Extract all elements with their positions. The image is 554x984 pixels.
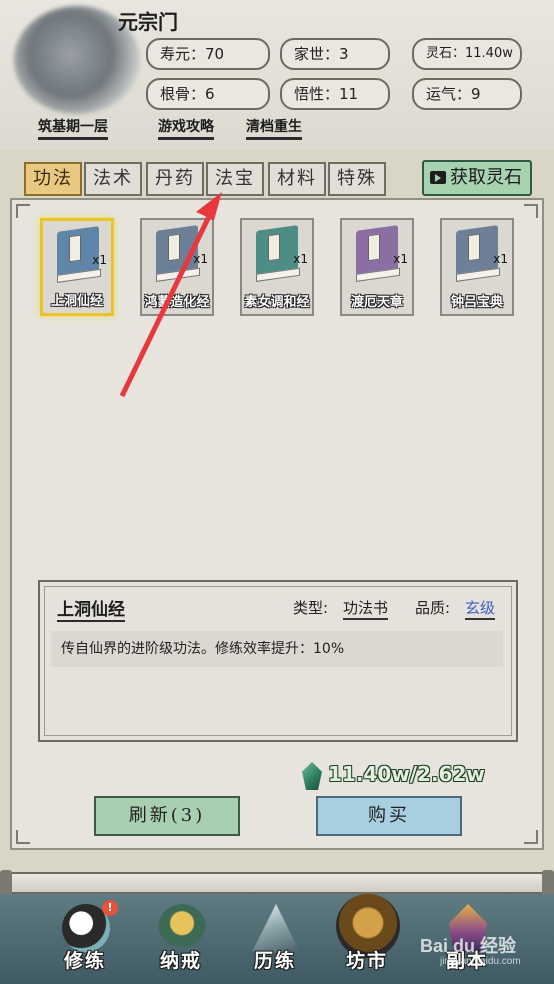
- sect-name: 元宗门: [118, 10, 178, 34]
- panel-corner: [524, 830, 538, 844]
- tab-teshu[interactable]: 特殊: [328, 162, 386, 196]
- nav-label: 历练: [253, 950, 296, 972]
- detail-quality-value: 玄级: [465, 597, 496, 620]
- stat-family: 家世：3: [280, 38, 390, 70]
- item-name: 鸿蒙造化经: [144, 295, 210, 310]
- stat-luck: 运气：9: [412, 78, 522, 110]
- item-quantity: x1: [493, 252, 508, 266]
- detail-type-label: 类型:: [293, 599, 329, 617]
- scroll-divider: [0, 870, 554, 896]
- detail-item-name: 上洞仙经: [57, 595, 125, 622]
- nav-cultivate[interactable]: ! 修练: [40, 894, 130, 984]
- mountain-icon: [252, 904, 300, 952]
- detail-type-value: 功法书: [343, 597, 389, 620]
- scroll-knob: [542, 870, 554, 896]
- tab-fashu[interactable]: 法术: [84, 162, 142, 196]
- nav-label: 坊市: [345, 950, 388, 972]
- scroll-knob: [0, 870, 12, 896]
- item-name: 渡厄天章: [350, 295, 403, 310]
- watermark-url: jingyan.baidu.com: [440, 956, 521, 967]
- get-spirit-stones-label: 获取灵石: [450, 167, 522, 188]
- item-detail-box: 上洞仙经 类型: 功法书 品质: 玄级 传自仙界的进阶级功法。修练效率提升：10…: [38, 580, 518, 742]
- item-quantity: x1: [193, 252, 208, 266]
- book-icon: [156, 225, 198, 277]
- nav-label: 修练: [63, 950, 106, 972]
- stat-lifespan: 寿元：70: [146, 38, 270, 70]
- alert-badge: !: [102, 900, 118, 916]
- stat-spirit-stones: 灵石：11.40w: [412, 38, 522, 70]
- guide-link[interactable]: 游戏攻略: [158, 116, 214, 140]
- realm-label[interactable]: 筑基期一层: [38, 116, 108, 140]
- book-icon: [256, 225, 298, 277]
- reset-link[interactable]: 清档重生: [246, 116, 302, 140]
- nav-market[interactable]: 坊市: [322, 894, 412, 984]
- currency-display: 11.40w/2.62w: [328, 762, 485, 786]
- stat-comprehension: 悟性：11: [280, 78, 390, 110]
- item-name: 素女调和经: [244, 295, 310, 310]
- video-icon: [430, 171, 446, 184]
- buy-button[interactable]: 购买: [316, 796, 462, 836]
- refresh-button[interactable]: 刷新(3): [94, 796, 240, 836]
- book-icon: [57, 226, 99, 278]
- tab-cailiao[interactable]: 材料: [268, 162, 326, 196]
- shop-item[interactable]: x1 渡厄天章: [340, 218, 414, 316]
- detail-frame: 上洞仙经 类型: 功法书 品质: 玄级 传自仙界的进阶级功法。修练效率提升：10…: [44, 586, 512, 736]
- shop-item[interactable]: x1 鸿蒙造化经: [140, 218, 214, 316]
- tab-gongfa[interactable]: 功法: [24, 162, 82, 196]
- item-name: 钟吕宝典: [450, 295, 503, 310]
- nav-adventure[interactable]: 历练: [230, 894, 320, 984]
- shop-item[interactable]: x1 上洞仙经: [40, 218, 114, 316]
- item-quantity: x1: [293, 252, 308, 266]
- panel-corner: [16, 204, 30, 218]
- ring-icon: [158, 904, 206, 952]
- shop-item[interactable]: x1 素女调和经: [240, 218, 314, 316]
- tab-danyao[interactable]: 丹药: [146, 162, 204, 196]
- get-spirit-stones-button[interactable]: 获取灵石: [422, 160, 532, 196]
- panel-corner: [524, 204, 538, 218]
- book-icon: [356, 225, 398, 277]
- stat-bone: 根骨：6: [146, 78, 270, 110]
- detail-description: 传自仙界的进阶级功法。修练效率提升：10%: [51, 631, 503, 667]
- item-name: 上洞仙经: [50, 294, 103, 309]
- book-icon: [456, 225, 498, 277]
- detail-quality-label: 品质:: [415, 599, 451, 617]
- watermark-logo: Bai du 经验: [420, 936, 517, 956]
- shop-item[interactable]: x1 钟吕宝典: [440, 218, 514, 316]
- item-quantity: x1: [393, 252, 408, 266]
- nav-label: 纳戒: [159, 950, 202, 972]
- tab-fabao[interactable]: 法宝: [206, 162, 264, 196]
- nav-ring[interactable]: 纳戒: [136, 894, 226, 984]
- panel-corner: [16, 830, 30, 844]
- item-quantity: x1: [92, 253, 107, 267]
